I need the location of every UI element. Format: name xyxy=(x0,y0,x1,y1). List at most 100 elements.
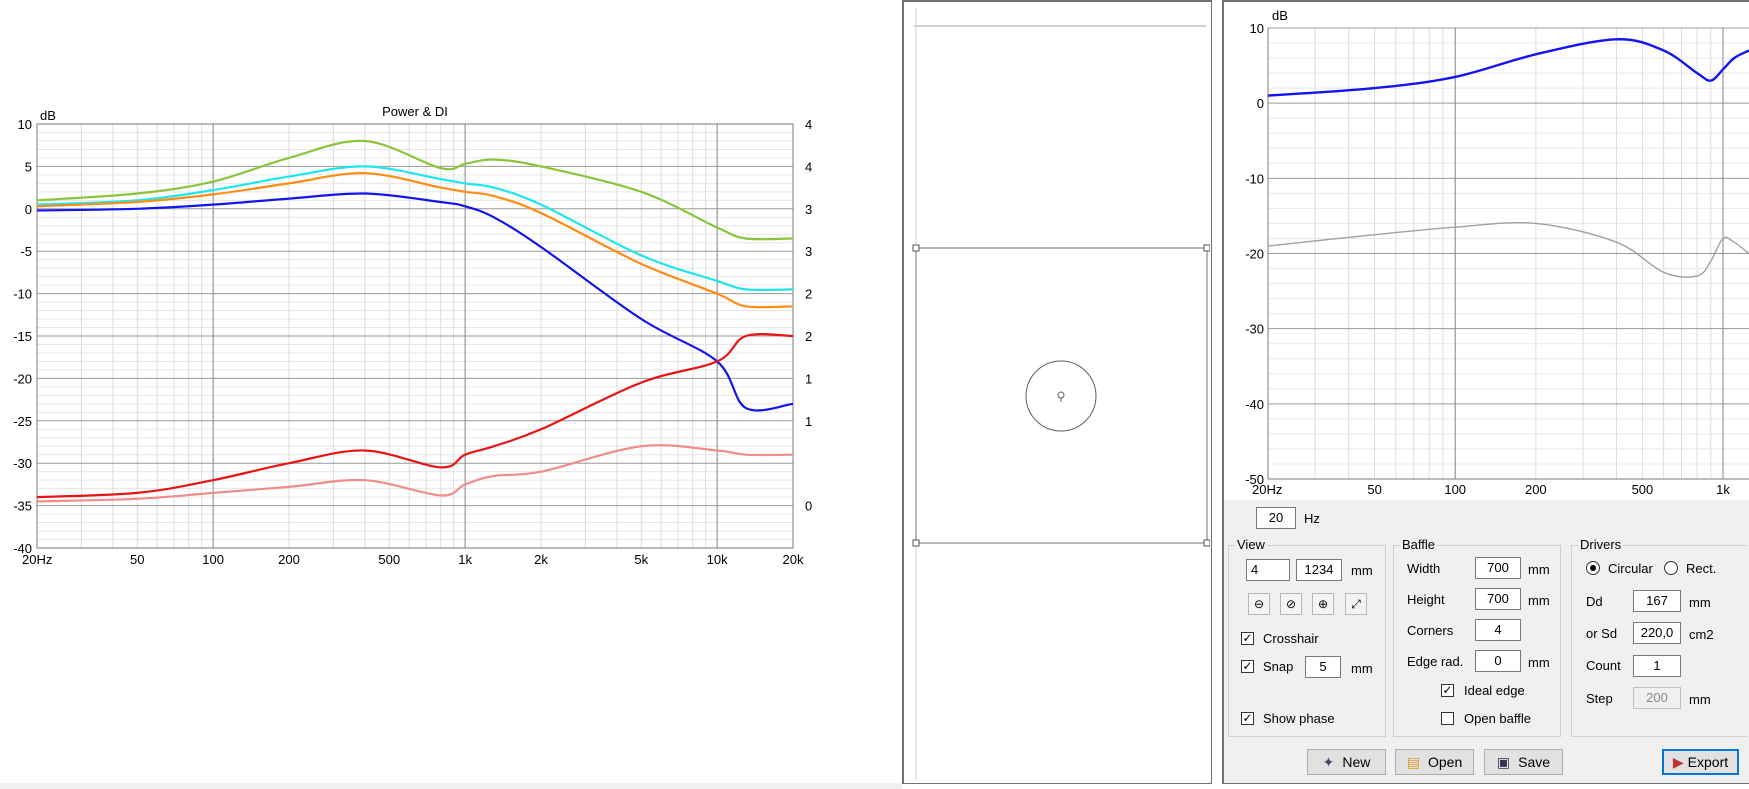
step-label: Step xyxy=(1586,691,1613,706)
y-tick-label: -20 xyxy=(1245,247,1264,262)
show-phase-checkbox[interactable]: ✓ xyxy=(1241,712,1254,725)
right-tick-label: 4 xyxy=(805,117,812,132)
circular-radio[interactable] xyxy=(1586,561,1600,575)
baffle-height-input[interactable]: 700 xyxy=(1475,588,1521,610)
show-phase-label: Show phase xyxy=(1263,711,1335,726)
y-tick-label: 10 xyxy=(18,117,32,132)
baffle-corners-label: Corners xyxy=(1407,623,1454,638)
view-field-1[interactable]: 4 xyxy=(1246,559,1290,581)
rect-radio[interactable] xyxy=(1664,561,1678,575)
baffle-group-title: Baffle xyxy=(1400,537,1438,553)
right-tick-label: 4 xyxy=(805,159,812,174)
baffle-edge-label: Edge rad. xyxy=(1407,654,1464,669)
save-button-label: Save xyxy=(1518,754,1551,770)
baffle-height-unit: mm xyxy=(1528,593,1550,608)
x-tick-label: 1k xyxy=(1716,482,1730,497)
y-tick-label: -30 xyxy=(1245,322,1264,337)
new-button-label: New xyxy=(1342,754,1371,770)
right-tick-label: 2 xyxy=(805,287,812,302)
floppy-disk-icon: ▣ xyxy=(1496,754,1511,770)
open-baffle-checkbox[interactable] xyxy=(1441,712,1454,725)
y-tick-label: -10 xyxy=(1245,171,1264,186)
view-group-title: View xyxy=(1235,537,1267,553)
fullscreen-icon[interactable]: ⤢ xyxy=(1345,593,1367,615)
snap-unit: mm xyxy=(1351,661,1373,676)
x-tick-label: 500 xyxy=(1632,482,1654,497)
open-button-label: Open xyxy=(1427,754,1463,770)
driver-response-chart[interactable]: 100-10-20-30-40-5020Hz 50 100 200 500 1kdB xyxy=(1224,2,1749,500)
x-tick-label: 100 xyxy=(1444,482,1466,497)
x-tick-label: 20Hz xyxy=(22,552,52,567)
right-tick-label: 2 xyxy=(805,329,812,344)
y-tick-label: -40 xyxy=(1245,397,1264,412)
left-unit-label: dB xyxy=(40,108,56,123)
y-tick-label: 10 xyxy=(1250,21,1264,36)
step-input: 200 xyxy=(1633,687,1681,709)
y-tick-label: -30 xyxy=(13,456,32,471)
series-line xyxy=(36,444,794,503)
export-icon: ▶ xyxy=(1672,754,1684,770)
baffle-handle-bl xyxy=(912,539,920,547)
chart-title: Power & DI xyxy=(382,104,448,119)
sd-label: or Sd xyxy=(1586,626,1618,641)
ideal-edge-label: Ideal edge xyxy=(1464,683,1525,698)
baffle-height-label: Height xyxy=(1407,592,1445,607)
zoom-fit-icon[interactable]: ⊘ xyxy=(1280,593,1302,615)
count-input[interactable]: 1 xyxy=(1633,655,1681,677)
power-di-chart[interactable]: 1050-5-10-15-20-25-30-35-4020Hz 50 100 200 5… xyxy=(0,100,812,575)
frequency-unit: Hz xyxy=(1304,511,1320,526)
baffle-rectangle xyxy=(915,247,1208,544)
baffle-edge-input[interactable]: 0 xyxy=(1475,650,1521,672)
count-label: Count xyxy=(1586,658,1621,673)
snap-checkbox[interactable]: ✓ xyxy=(1241,660,1254,673)
x-tick-label: 10k xyxy=(707,552,728,567)
y-tick-label: -5 xyxy=(20,244,32,259)
chart-background xyxy=(1224,2,1749,500)
view-field-2[interactable]: 1234 xyxy=(1296,559,1342,581)
sd-input[interactable]: 220,0 xyxy=(1633,622,1681,644)
frequency-input[interactable]: 20 xyxy=(1256,507,1296,529)
view-unit: mm xyxy=(1351,563,1373,578)
unit-label: dB xyxy=(1272,8,1288,23)
x-tick-label: 20k xyxy=(783,552,804,567)
y-tick-label: -10 xyxy=(13,287,32,302)
baffle-edge-unit: mm xyxy=(1528,655,1550,670)
baffle-canvas[interactable] xyxy=(904,2,1210,782)
export-button[interactable]: ▶ Export xyxy=(1662,749,1739,775)
series-line xyxy=(36,139,794,241)
baffle-width-input[interactable]: 700 xyxy=(1475,557,1521,579)
export-button-label: Export xyxy=(1687,754,1729,770)
dd-input[interactable]: 167 xyxy=(1633,590,1681,612)
open-button[interactable]: ▤ Open xyxy=(1395,749,1474,775)
x-tick-label: 2k xyxy=(534,552,548,567)
series-line xyxy=(36,172,794,309)
zoom-out-icon[interactable]: ⊖ xyxy=(1248,593,1270,615)
baffle-corners-input[interactable]: 4 xyxy=(1475,619,1521,641)
zoom-in-icon[interactable]: ⊕ xyxy=(1312,593,1334,615)
baffle-handle-tr xyxy=(1203,244,1210,252)
baffle-handle-tl xyxy=(912,244,920,252)
y-tick-label: 0 xyxy=(25,202,32,217)
save-button[interactable]: ▣ Save xyxy=(1484,749,1563,775)
right-tick-label: 0 xyxy=(805,499,812,514)
dd-unit: mm xyxy=(1689,595,1711,610)
drivers-group-title: Drivers xyxy=(1578,537,1624,553)
snap-label: Snap xyxy=(1263,659,1294,674)
snap-input[interactable]: 5 xyxy=(1305,656,1341,678)
new-button[interactable]: ✦ New xyxy=(1307,749,1386,775)
x-tick-label: 1k xyxy=(458,552,472,567)
y-tick-label: -15 xyxy=(13,329,32,344)
ideal-edge-checkbox[interactable]: ✓ xyxy=(1441,684,1454,697)
series-line xyxy=(36,165,794,292)
circular-label: Circular xyxy=(1608,561,1653,576)
right-tick-label: 3 xyxy=(805,244,812,259)
y-tick-label: -25 xyxy=(13,414,32,429)
baffle-view-panel[interactable] xyxy=(902,0,1212,784)
open-baffle-label: Open baffle xyxy=(1464,711,1531,726)
dd-label: Dd xyxy=(1586,594,1603,609)
driver-center-marker xyxy=(1057,391,1065,399)
driver-circle xyxy=(1025,360,1097,432)
folder-open-icon: ▤ xyxy=(1406,754,1420,770)
crosshair-checkbox[interactable]: ✓ xyxy=(1241,632,1254,645)
magic-wand-icon: ✦ xyxy=(1322,754,1335,770)
